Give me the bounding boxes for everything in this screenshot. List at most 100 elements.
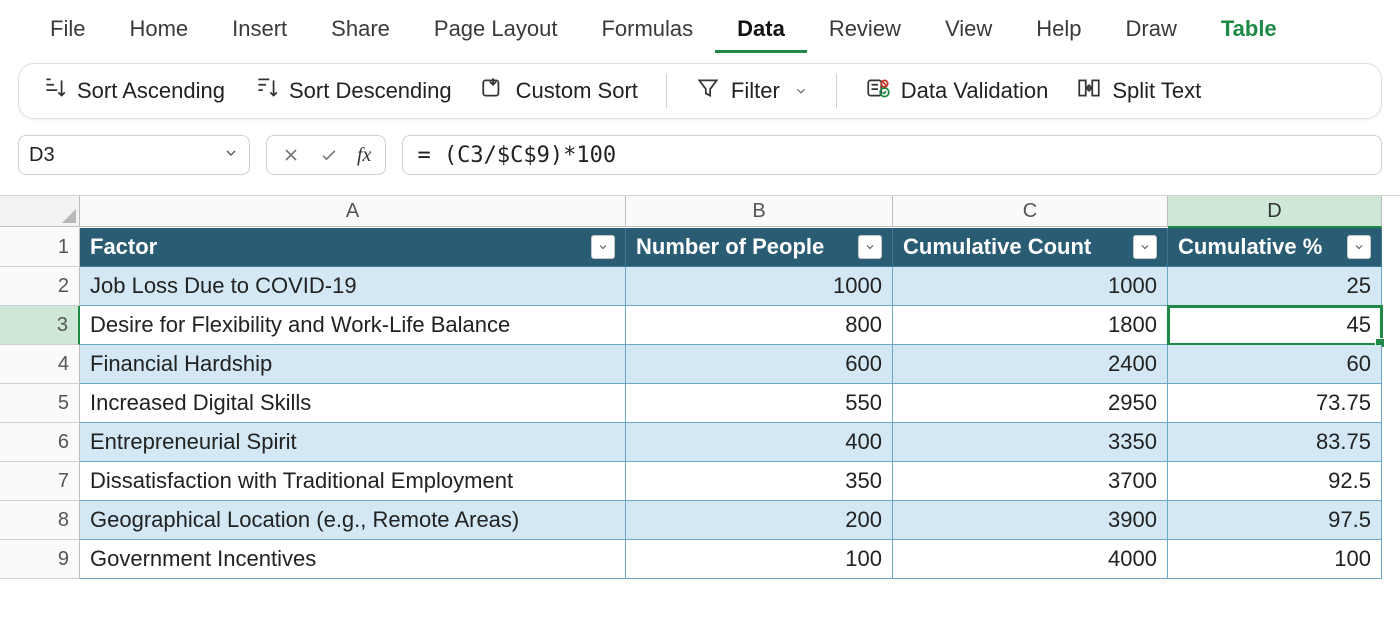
cell-A9[interactable]: Government Incentives <box>80 540 626 579</box>
row-head-2[interactable]: 2 <box>0 267 80 306</box>
fx-label[interactable]: fx <box>357 144 371 167</box>
cell-B3[interactable]: 800 <box>626 306 893 345</box>
filter-dropdown-D[interactable] <box>1347 235 1371 259</box>
cell-B6[interactable]: 400 <box>626 423 893 462</box>
cell-B8[interactable]: 200 <box>626 501 893 540</box>
cell-D5[interactable]: 73.75 <box>1168 384 1382 423</box>
cell-D9[interactable]: 100 <box>1168 540 1382 579</box>
row-head-3[interactable]: 3 <box>0 306 80 345</box>
data-validation-icon <box>865 75 891 107</box>
tab-help[interactable]: Help <box>1014 10 1103 53</box>
filter-dropdown-C[interactable] <box>1133 235 1157 259</box>
cell-A2[interactable]: Job Loss Due to COVID-19 <box>80 267 626 306</box>
filter-dropdown-A[interactable] <box>591 235 615 259</box>
header-cell-A[interactable]: Factor <box>80 228 626 267</box>
formula-input[interactable]: = (C3/$C$9)*100 <box>402 135 1382 175</box>
header-label-B: Number of People <box>636 234 850 260</box>
row-head-9[interactable]: 9 <box>0 540 80 579</box>
tab-draw[interactable]: Draw <box>1104 10 1199 53</box>
tab-file[interactable]: File <box>28 10 107 53</box>
cell-A8[interactable]: Geographical Location (e.g., Remote Area… <box>80 501 626 540</box>
tab-formulas[interactable]: Formulas <box>579 10 715 53</box>
chevron-down-icon <box>794 78 808 104</box>
cell-D6[interactable]: 83.75 <box>1168 423 1382 462</box>
cell-D3[interactable]: 45 <box>1168 306 1382 345</box>
split-text-button[interactable]: Split Text <box>1076 75 1201 107</box>
cell-A5[interactable]: Increased Digital Skills <box>80 384 626 423</box>
col-head-A[interactable]: A <box>80 196 626 227</box>
row-head-7[interactable]: 7 <box>0 462 80 501</box>
select-all-corner[interactable] <box>0 196 80 227</box>
table-row: 3Desire for Flexibility and Work-Life Ba… <box>0 306 1400 345</box>
filter-dropdown-B[interactable] <box>858 235 882 259</box>
header-cell-C[interactable]: Cumulative Count <box>893 228 1168 267</box>
name-box-value: D3 <box>29 144 55 167</box>
data-validation-label: Data Validation <box>901 78 1049 104</box>
tab-share[interactable]: Share <box>309 10 412 53</box>
header-cell-D[interactable]: Cumulative % <box>1168 228 1382 267</box>
name-box[interactable]: D3 <box>18 135 250 175</box>
table-row: 2Job Loss Due to COVID-191000100025 <box>0 267 1400 306</box>
custom-sort-label: Custom Sort <box>516 78 638 104</box>
table-row: 8Geographical Location (e.g., Remote Are… <box>0 501 1400 540</box>
cell-B7[interactable]: 350 <box>626 462 893 501</box>
sort-ascending-button[interactable]: Sort Ascending <box>41 75 225 107</box>
cell-B4[interactable]: 600 <box>626 345 893 384</box>
header-cell-B[interactable]: Number of People <box>626 228 893 267</box>
cell-C9[interactable]: 4000 <box>893 540 1168 579</box>
filter-icon <box>695 75 721 107</box>
cell-C4[interactable]: 2400 <box>893 345 1168 384</box>
row-head-6[interactable]: 6 <box>0 423 80 462</box>
cell-D7[interactable]: 92.5 <box>1168 462 1382 501</box>
formula-text: = (C3/$C$9)*100 <box>417 143 616 168</box>
cell-B5[interactable]: 550 <box>626 384 893 423</box>
table-row: 7Dissatisfaction with Traditional Employ… <box>0 462 1400 501</box>
row-head-8[interactable]: 8 <box>0 501 80 540</box>
sort-desc-label: Sort Descending <box>289 78 452 104</box>
cell-D2[interactable]: 25 <box>1168 267 1382 306</box>
cell-C2[interactable]: 1000 <box>893 267 1168 306</box>
tab-review[interactable]: Review <box>807 10 923 53</box>
cell-A3[interactable]: Desire for Flexibility and Work-Life Bal… <box>80 306 626 345</box>
sort-desc-icon <box>253 75 279 107</box>
cell-C6[interactable]: 3350 <box>893 423 1168 462</box>
tab-table[interactable]: Table <box>1199 10 1299 53</box>
cell-C7[interactable]: 3700 <box>893 462 1168 501</box>
row-head-4[interactable]: 4 <box>0 345 80 384</box>
sort-descending-button[interactable]: Sort Descending <box>253 75 452 107</box>
row-head-1[interactable]: 1 <box>0 228 80 267</box>
header-label-A: Factor <box>90 234 583 260</box>
spreadsheet-grid: A B C D 1 Factor Number of People Cumula… <box>0 195 1400 579</box>
cell-C3[interactable]: 1800 <box>893 306 1168 345</box>
formula-controls: fx <box>266 135 386 175</box>
table-row: 9Government Incentives1004000100 <box>0 540 1400 579</box>
cell-A7[interactable]: Dissatisfaction with Traditional Employm… <box>80 462 626 501</box>
row-head-5[interactable]: 5 <box>0 384 80 423</box>
tab-page-layout[interactable]: Page Layout <box>412 10 580 53</box>
tab-insert[interactable]: Insert <box>210 10 309 53</box>
col-head-B[interactable]: B <box>626 196 893 227</box>
col-head-D[interactable]: D <box>1168 196 1382 228</box>
cell-B2[interactable]: 1000 <box>626 267 893 306</box>
cell-C8[interactable]: 3900 <box>893 501 1168 540</box>
tab-data[interactable]: Data <box>715 10 807 53</box>
sort-asc-label: Sort Ascending <box>77 78 225 104</box>
col-head-C[interactable]: C <box>893 196 1168 227</box>
split-text-icon <box>1076 75 1102 107</box>
header-label-C: Cumulative Count <box>903 234 1125 260</box>
cell-A6[interactable]: Entrepreneurial Spirit <box>80 423 626 462</box>
filter-button[interactable]: Filter <box>695 75 808 107</box>
cell-A4[interactable]: Financial Hardship <box>80 345 626 384</box>
cell-D8[interactable]: 97.5 <box>1168 501 1382 540</box>
cell-B9[interactable]: 100 <box>626 540 893 579</box>
cell-C5[interactable]: 2950 <box>893 384 1168 423</box>
accept-formula-icon[interactable] <box>319 145 339 165</box>
data-validation-button[interactable]: Data Validation <box>865 75 1049 107</box>
cell-D4[interactable]: 60 <box>1168 345 1382 384</box>
cancel-formula-icon[interactable] <box>281 145 301 165</box>
custom-sort-button[interactable]: Custom Sort <box>480 75 638 107</box>
menu-tabs: File Home Insert Share Page Layout Formu… <box>0 0 1400 53</box>
custom-sort-icon <box>480 75 506 107</box>
tab-home[interactable]: Home <box>107 10 210 53</box>
tab-view[interactable]: View <box>923 10 1014 53</box>
